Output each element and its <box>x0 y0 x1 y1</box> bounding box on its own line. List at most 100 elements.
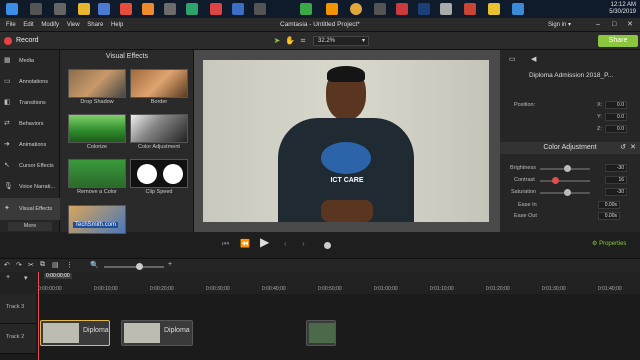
effect-drop-shadow[interactable]: Drop Shadow <box>68 69 126 106</box>
zoom-slider-knob[interactable] <box>136 263 143 270</box>
effect-color-adjustment[interactable]: Color Adjustment <box>130 114 188 151</box>
app-icon[interactable] <box>512 3 524 15</box>
app-icon[interactable] <box>440 3 452 15</box>
windows-start-icon[interactable] <box>6 3 18 15</box>
search-icon[interactable] <box>30 3 42 15</box>
app-icon[interactable] <box>186 3 198 15</box>
sidebar-item-cursor-effects[interactable]: ↖ Cursor Effects <box>0 155 60 177</box>
timeline-clip[interactable] <box>306 320 336 346</box>
app-icon[interactable] <box>488 3 500 15</box>
contrast-slider[interactable] <box>540 177 590 184</box>
crop-icon[interactable]: ⌗ <box>298 36 308 46</box>
playhead-line[interactable] <box>38 272 39 360</box>
menu-edit[interactable]: Edit <box>23 18 33 32</box>
sidebar-item-media[interactable]: ▦ Media <box>0 50 60 72</box>
play-icon[interactable]: ▶ <box>260 236 269 248</box>
select-arrow-icon[interactable]: ➤ <box>272 36 282 46</box>
ease-in-field[interactable]: 0.00s <box>598 201 620 209</box>
x-field[interactable]: 0.0 <box>605 101 627 109</box>
copy-icon[interactable]: ⧉ <box>40 261 45 269</box>
saturation-slider[interactable] <box>540 189 590 196</box>
app-icon[interactable] <box>396 3 408 15</box>
saturation-field[interactable]: -30 <box>605 188 627 196</box>
effect-border[interactable]: Border <box>130 69 188 106</box>
sidebar-item-behaviors[interactable]: ⇄ Behaviors <box>0 113 60 135</box>
next-icon[interactable]: › <box>302 239 305 249</box>
redo-icon[interactable]: ↷ <box>16 261 22 269</box>
menu-share[interactable]: Share <box>87 18 103 32</box>
menu-help[interactable]: Help <box>111 18 123 32</box>
system-clock[interactable]: 12:12 AM 5/30/2019 <box>609 2 636 16</box>
file-explorer-icon[interactable] <box>78 3 90 15</box>
share-button[interactable]: Share <box>598 35 638 47</box>
chrome-icon[interactable] <box>350 3 362 15</box>
contrast-slider-knob[interactable] <box>551 177 559 184</box>
app-icon[interactable] <box>374 3 386 15</box>
sidebar-item-annotations[interactable]: ▭ Annotations <box>0 71 60 93</box>
brightness-slider-knob[interactable] <box>564 165 571 172</box>
menu-file[interactable]: File <box>6 18 16 32</box>
collapse-icon[interactable]: ▾ <box>24 274 28 282</box>
minimize-icon[interactable]: – <box>596 18 600 32</box>
camtasia-icon[interactable] <box>300 3 312 15</box>
reset-icon[interactable]: ↺ <box>620 142 626 154</box>
maximize-icon[interactable]: □ <box>612 18 616 32</box>
scrub-position-icon[interactable] <box>324 242 331 249</box>
photoshop-icon[interactable] <box>418 3 430 15</box>
app-icon[interactable] <box>120 3 132 15</box>
app-icon[interactable] <box>464 3 476 15</box>
sidebar-item-transitions[interactable]: ◧ Transitions <box>0 92 60 114</box>
undo-icon[interactable]: ↶ <box>4 261 10 269</box>
app-icon[interactable] <box>232 3 244 15</box>
track-2-header[interactable]: Track 2 <box>0 324 36 354</box>
add-track-icon[interactable]: + <box>6 274 10 281</box>
previous-icon[interactable]: ‹ <box>284 239 287 249</box>
paste-icon[interactable]: ▤ <box>52 261 59 269</box>
timeline-zoom-slider[interactable] <box>104 263 164 270</box>
sidebar-item-animations[interactable]: ➜ Animations <box>0 134 60 156</box>
split-icon[interactable]: ⋮ <box>66 261 73 269</box>
sign-in-button[interactable]: Sign in ▾ <box>548 18 571 32</box>
sidebar-item-visual-effects[interactable]: ✦ Visual Effects <box>0 198 60 220</box>
app-icon[interactable] <box>142 3 154 15</box>
app-icon[interactable] <box>254 3 266 15</box>
brightness-slider[interactable] <box>540 165 590 172</box>
timeline-ruler[interactable]: + ▾ 0:00:00;00 0:00:00;00 0:00:10;00 0:0… <box>0 272 640 294</box>
video-preview[interactable]: ICT CARE <box>203 60 489 222</box>
effect-techsmith[interactable]: TechSmith.com <box>68 205 126 242</box>
timeline-clip[interactable]: Diploma <box>121 320 193 346</box>
illustrator-icon[interactable] <box>326 3 338 15</box>
step-back-icon[interactable]: ⏮ <box>222 239 229 249</box>
sidebar-item-voice-narration[interactable]: 🎙 Voice Narrati... <box>0 176 60 198</box>
y-field[interactable]: 0.0 <box>605 113 627 121</box>
effect-remove-a-color[interactable]: Remove a Color <box>68 159 126 196</box>
close-icon[interactable]: ✕ <box>630 142 636 154</box>
z-field[interactable]: 0.0 <box>605 125 627 133</box>
store-icon[interactable] <box>98 3 110 15</box>
close-icon[interactable]: ✕ <box>627 18 633 32</box>
cut-icon[interactable]: ✂ <box>28 261 34 269</box>
pan-hand-icon[interactable]: ✋ <box>285 36 295 46</box>
track-3-header[interactable]: Track 3 <box>0 294 36 324</box>
brightness-field[interactable]: -30 <box>605 164 627 172</box>
record-button[interactable]: Record <box>4 35 39 47</box>
frame-back-icon[interactable]: ⏪ <box>240 239 250 249</box>
effect-colorize[interactable]: Colorize <box>68 114 126 151</box>
more-button[interactable]: More <box>8 222 52 231</box>
ease-out-field[interactable]: 0.00s <box>598 212 620 220</box>
menu-view[interactable]: View <box>67 18 80 32</box>
zoom-in-icon[interactable]: + <box>168 261 172 268</box>
menu-modify[interactable]: Modify <box>41 18 59 32</box>
contrast-field[interactable]: 16 <box>605 176 627 184</box>
app-icon[interactable] <box>210 3 222 15</box>
audio-tab-icon[interactable]: ◀ <box>531 55 536 63</box>
zoom-out-icon[interactable]: 🔍 <box>90 261 99 269</box>
app-icon[interactable] <box>164 3 176 15</box>
video-tab-icon[interactable]: ▭ <box>509 55 516 63</box>
saturation-slider-knob[interactable] <box>564 189 571 196</box>
task-view-icon[interactable] <box>54 3 66 15</box>
zoom-dropdown[interactable]: 32.2% ▾ <box>313 36 369 46</box>
effect-clip-speed[interactable]: Clip Speed <box>130 159 188 196</box>
properties-button[interactable]: ⚙ Properties <box>592 240 626 247</box>
timeline-clip[interactable]: Diploma <box>40 320 110 346</box>
